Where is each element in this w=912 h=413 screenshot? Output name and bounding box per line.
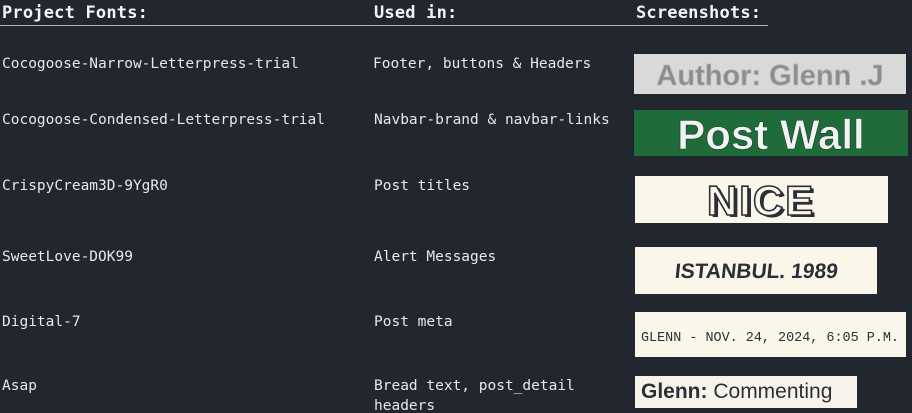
used-in-3: Post titles <box>374 178 471 194</box>
header-screenshots: Screenshots: <box>636 3 762 23</box>
screenshot-commenting: Glenn: Commenting <box>635 376 857 408</box>
used-in-6: Bread text, post_detail headers <box>374 378 575 413</box>
font-name-4: SweetLove-DOK99 <box>2 249 133 265</box>
header-project-fonts: Project Fonts: <box>2 3 149 23</box>
sample-text-1: Author: Glenn .J <box>656 60 883 92</box>
font-name-1: Cocogoose-Narrow-Letterpress-trial <box>2 56 299 72</box>
sample-text-6: Commenting <box>713 380 833 403</box>
font-name-5: Digital-7 <box>2 314 81 330</box>
screenshot-post-wall: Post Wall <box>634 110 908 156</box>
sample-text-4: ISTANBUL. 1989 <box>674 260 839 283</box>
screenshot-istanbul: ISTANBUL. 1989 <box>635 247 877 294</box>
font-name-2: Cocogoose-Condensed-Letterpress-trial <box>2 112 326 128</box>
sample-text-3: NICE <box>707 177 815 223</box>
screenshot-post-meta: GLENN - NOV. 24, 2024, 6:05 P.M. <box>635 312 906 357</box>
used-in-5: Post meta <box>374 314 453 330</box>
used-in-4: Alert Messages <box>374 249 497 265</box>
header-divider <box>0 25 768 26</box>
sample-text-6-bold: Glenn: <box>641 380 708 403</box>
font-name-3: CrispyCream3D-9YgR0 <box>2 178 168 194</box>
header-used-in: Used in: <box>374 3 458 23</box>
screenshot-nice: NICE NICE <box>635 176 888 223</box>
sample-text-2: Post Wall <box>677 111 864 156</box>
font-name-6: Asap <box>2 378 37 394</box>
screenshot-author-glenn: Author: Glenn .J <box>634 54 906 94</box>
used-in-1: Footer, buttons & Headers <box>373 56 592 72</box>
used-in-2: Navbar-brand & navbar-links <box>374 112 610 128</box>
sample-text-5: GLENN - NOV. 24, 2024, 6:05 P.M. <box>641 331 899 346</box>
